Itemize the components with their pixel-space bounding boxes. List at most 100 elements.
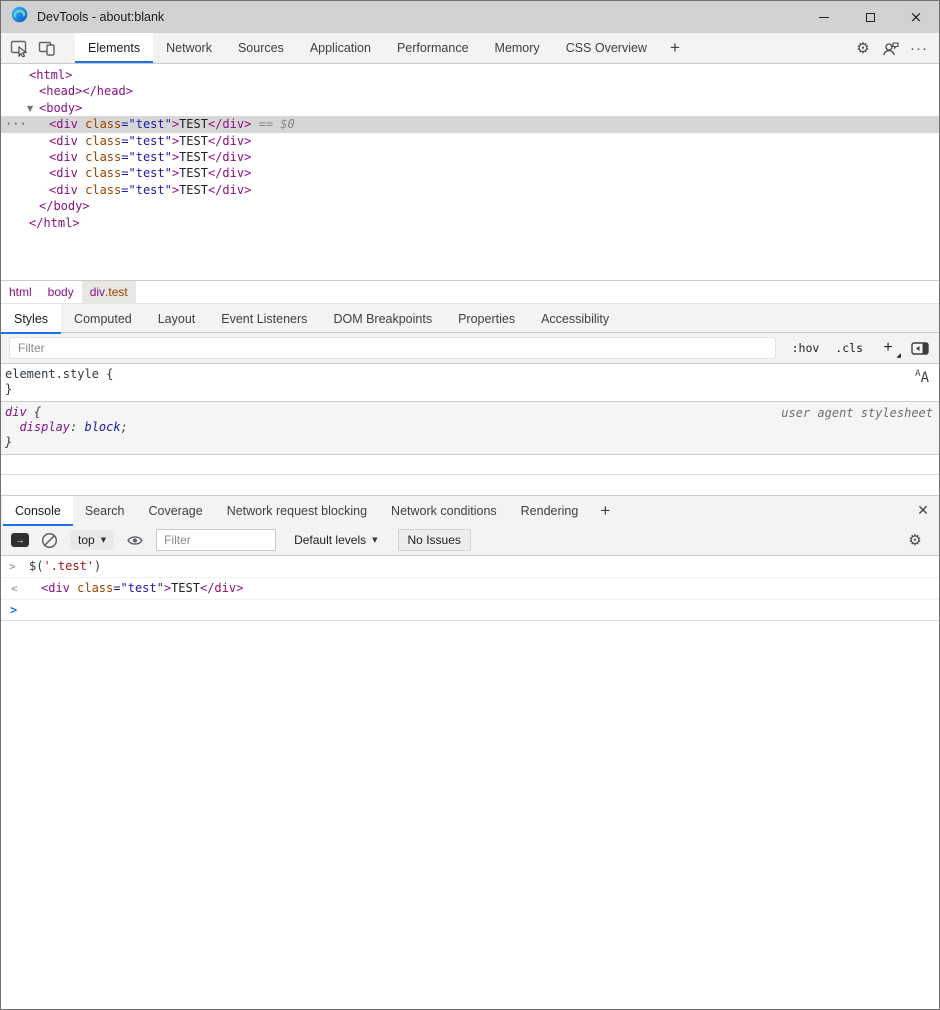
return-value-icon: < xyxy=(11,581,18,596)
log-levels-selector[interactable]: Default levels ▼ xyxy=(292,530,379,550)
style-rule-element-style[interactable]: element.style {}AA xyxy=(1,364,939,402)
maximize-button[interactable] xyxy=(847,1,893,33)
sidebar-panel-icon xyxy=(911,342,929,355)
console-row-prompt[interactable]: > xyxy=(1,600,939,621)
close-button[interactable]: × xyxy=(893,1,939,33)
tab-css-overview[interactable]: CSS Overview xyxy=(553,33,660,63)
dom-tree-node[interactable]: <div class="test">TEST</div> xyxy=(1,165,939,181)
drawer-tab-rendering[interactable]: Rendering xyxy=(509,496,591,526)
main-toolbar: ElementsNetworkSourcesApplicationPerform… xyxy=(1,33,939,64)
tab-elements[interactable]: Elements xyxy=(75,33,153,63)
dom-tree-node[interactable]: </html> xyxy=(1,215,939,231)
console-empty-area[interactable] xyxy=(1,621,939,1009)
drawer-tab-search[interactable]: Search xyxy=(73,496,137,526)
styles-pane-sections: element.style {}AAdiv { display: block;}… xyxy=(1,364,939,455)
devtools-window: DevTools - about:blank × ElementsNetwork… xyxy=(0,0,940,1010)
tab-sources[interactable]: Sources xyxy=(225,33,297,63)
styles-filter-input[interactable] xyxy=(9,337,776,359)
console-prompt-icon: > xyxy=(10,603,17,618)
gear-icon: ⚙ xyxy=(856,41,869,56)
tab-memory[interactable]: Memory xyxy=(482,33,553,63)
drawer-tab-strip-row: ConsoleSearchCoverageNetwork request blo… xyxy=(1,495,939,525)
feedback-button[interactable] xyxy=(877,33,905,63)
javascript-context-selector[interactable]: top ▼ xyxy=(70,530,114,550)
sidebar-tab-dom-breakpoints[interactable]: DOM Breakpoints xyxy=(320,304,445,334)
dom-tree-node-selected[interactable]: ···<div class="test">TEST</div> == $0 xyxy=(1,116,939,132)
breadcrumb-item-html[interactable]: html xyxy=(1,281,40,303)
more-options-icon: ··· xyxy=(910,40,928,57)
breadcrumb-item-body[interactable]: body xyxy=(40,281,82,303)
drawer-tab-strip: ConsoleSearchCoverageNetwork request blo… xyxy=(3,496,590,526)
chevron-down-icon: ▼ xyxy=(101,536,106,544)
styles-filter-bar: :hov .cls +◢ xyxy=(1,333,939,364)
elements-dom-tree: <html><head></head>▼<body>···<div class=… xyxy=(1,64,939,280)
dom-tree-node[interactable]: <html> xyxy=(1,67,939,83)
style-rule-ua-div-rule[interactable]: div { display: block;}user agent stylesh… xyxy=(1,402,939,455)
more-options-button[interactable]: ··· xyxy=(905,33,933,63)
toolbar-right-actions: ⚙ ··· xyxy=(849,33,939,63)
drawer-tab-coverage[interactable]: Coverage xyxy=(136,496,214,526)
breadcrumb: htmlbodydiv.test xyxy=(1,280,939,303)
inspect-element-button[interactable] xyxy=(5,33,33,63)
command-echo-icon: > xyxy=(9,559,16,574)
sidebar-tab-layout[interactable]: Layout xyxy=(145,304,209,334)
sidebar-tab-properties[interactable]: Properties xyxy=(445,304,528,334)
console-row-result: <<div class="test">TEST</div> xyxy=(1,578,939,600)
clear-console-button[interactable] xyxy=(41,532,58,549)
window-controls: × xyxy=(801,1,939,33)
minimize-icon xyxy=(819,17,829,18)
dom-tree-node[interactable]: <div class="test">TEST</div> xyxy=(1,133,939,149)
minimize-button[interactable] xyxy=(801,1,847,33)
create-live-expression-button[interactable] xyxy=(126,534,144,547)
css-line: } xyxy=(5,382,933,397)
feedback-icon xyxy=(882,41,900,56)
add-panel-tab-button[interactable]: + xyxy=(660,33,690,63)
tab-application[interactable]: Application xyxy=(297,33,384,63)
toggle-pseudo-state-button[interactable]: :hov xyxy=(792,341,820,355)
settings-button[interactable]: ⚙ xyxy=(849,33,877,63)
sidebar-tab-styles[interactable]: Styles xyxy=(1,304,61,334)
styles-pane-spacer xyxy=(1,455,939,475)
drawer-tab-console[interactable]: Console xyxy=(3,496,73,526)
show-console-sidebar-button[interactable]: → xyxy=(11,533,29,547)
close-drawer-icon: ✕ xyxy=(917,503,929,519)
toggle-class-button[interactable]: .cls xyxy=(835,341,863,355)
console-settings-button[interactable]: ⚙ xyxy=(901,525,929,555)
dom-tree-node[interactable]: ▼<body> xyxy=(1,100,939,116)
sidebar-tab-event-listeners[interactable]: Event Listeners xyxy=(208,304,320,334)
console-filter-input[interactable] xyxy=(156,529,276,551)
window-title: DevTools - about:blank xyxy=(37,10,164,24)
expander-arrow-icon[interactable]: ▼ xyxy=(27,101,33,117)
new-rule-caret-icon: ◢ xyxy=(896,352,901,359)
console-output: >$('.test')<<div class="test">TEST</div>… xyxy=(1,556,939,621)
drawer-tab-network-conditions[interactable]: Network conditions xyxy=(379,496,509,526)
dom-tree-node[interactable]: <div class="test">TEST</div> xyxy=(1,182,939,198)
issues-counter[interactable]: No Issues xyxy=(398,529,471,551)
title-bar: DevTools - about:blank × xyxy=(1,1,939,33)
close-drawer-button[interactable]: ✕ xyxy=(907,496,939,525)
dom-tree-node[interactable]: </body> xyxy=(1,198,939,214)
font-editor-icon[interactable]: AA xyxy=(915,370,929,385)
add-drawer-tab-button[interactable]: + xyxy=(590,496,620,526)
console-sidebar-icon: → xyxy=(11,533,29,547)
toggle-computed-sidebar-button[interactable] xyxy=(911,342,929,355)
css-line: display: block; xyxy=(5,420,933,435)
new-style-rule-button[interactable]: +◢ xyxy=(879,339,897,357)
tab-network[interactable]: Network xyxy=(153,33,225,63)
css-line: element.style { xyxy=(5,367,933,382)
gear-icon: ⚙ xyxy=(908,533,921,548)
device-toolbar-button[interactable] xyxy=(33,33,61,63)
tab-performance[interactable]: Performance xyxy=(384,33,482,63)
css-line: } xyxy=(5,435,933,450)
dom-tree-node[interactable]: <head></head> xyxy=(1,83,939,99)
sidebar-tab-accessibility[interactable]: Accessibility xyxy=(528,304,622,334)
stylesheet-origin-label: user agent stylesheet xyxy=(781,406,933,421)
dom-tree-node[interactable]: <div class="test">TEST</div> xyxy=(1,149,939,165)
node-menu-dots-icon[interactable]: ··· xyxy=(5,116,27,132)
breadcrumb-item-div-test[interactable]: div.test xyxy=(82,281,136,303)
drawer-tab-network-request-blocking[interactable]: Network request blocking xyxy=(215,496,379,526)
clear-console-icon xyxy=(41,532,58,549)
no-issues-badge: No Issues xyxy=(398,529,471,551)
sidebar-tab-computed[interactable]: Computed xyxy=(61,304,145,334)
device-toolbar-icon xyxy=(38,40,56,56)
